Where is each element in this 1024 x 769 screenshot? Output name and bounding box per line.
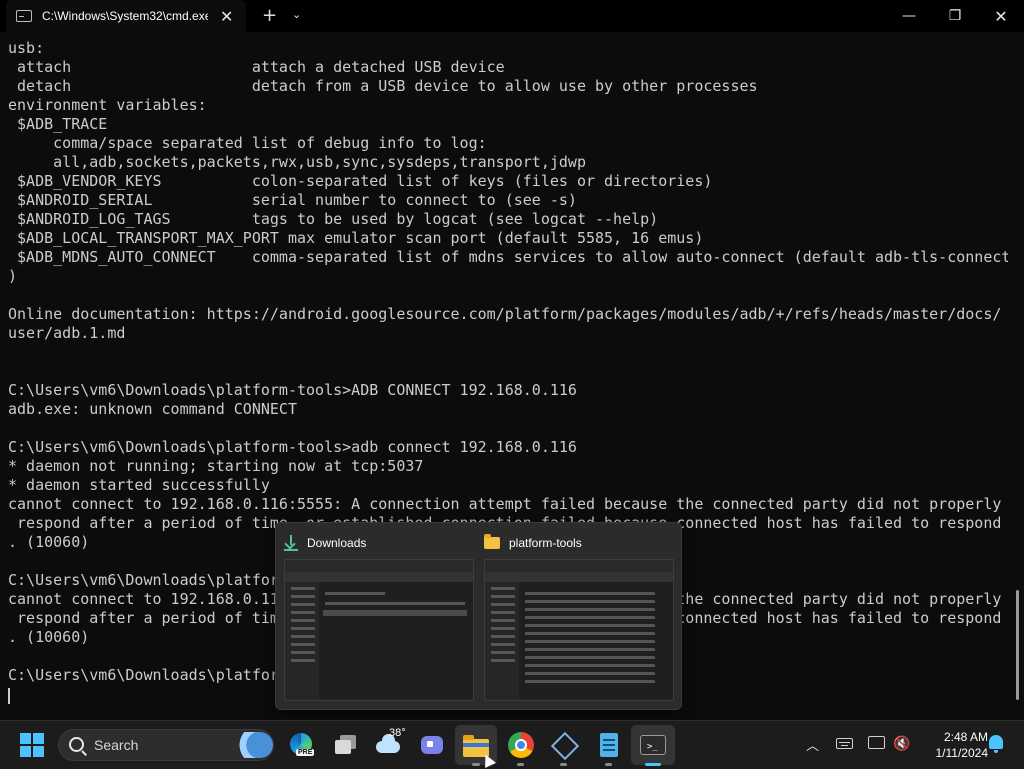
chrome-running-indicator: [517, 763, 524, 766]
notepad-running-indicator: [605, 763, 612, 766]
keyboard-icon[interactable]: [836, 738, 853, 749]
explorer-thumbnail-flyout: Downloads platform-tools: [275, 522, 682, 710]
thumbnail-preview-platform-tools[interactable]: [484, 559, 674, 701]
tab-cmd[interactable]: C:\Windows\System32\cmd.exe ✕: [6, 0, 246, 32]
maximize-button[interactable]: ❐: [932, 0, 978, 32]
system-clock[interactable]: 2:48 AM 1/11/2024: [918, 729, 989, 761]
notepad-icon[interactable]: [595, 731, 623, 759]
teams-icon[interactable]: [418, 731, 446, 759]
volume-muted-icon[interactable]: 🔇: [893, 736, 910, 752]
minimize-button[interactable]: —: [886, 0, 932, 32]
thumbnail-header-downloads[interactable]: Downloads: [284, 533, 366, 553]
display-icon[interactable]: [868, 736, 885, 749]
tray-chevron-icon[interactable]: ︿: [806, 735, 819, 754]
download-icon: [284, 535, 298, 551]
start-button[interactable]: [20, 733, 44, 757]
search-highlight-icon: [229, 732, 273, 758]
weather-temperature: 38°: [389, 727, 406, 739]
thumbnail-preview-downloads[interactable]: [284, 559, 474, 701]
clock-date: 1/11/2024: [935, 746, 989, 760]
taskbar: Search PRE 38° >_ ︿ 🔇 2:48 AM 1/11/2024: [0, 720, 1024, 769]
explorer-running-indicator: [472, 763, 480, 766]
edge-preview-icon[interactable]: PRE: [288, 731, 316, 759]
tab-title: C:\Windows\System32\cmd.exe: [42, 9, 208, 23]
cmd-icon: [16, 10, 32, 22]
text-cursor: [8, 688, 10, 704]
thumbnail-header-platform-tools[interactable]: platform-tools: [484, 533, 582, 553]
tab-dropdown-button[interactable]: ⌄: [292, 8, 301, 21]
terminal-icon[interactable]: >_: [639, 731, 667, 759]
thumbnail-label: platform-tools: [509, 536, 582, 550]
tab-close-icon[interactable]: ✕: [220, 7, 233, 26]
edge-badge: PRE: [296, 749, 315, 756]
notification-bell-icon[interactable]: [989, 735, 1003, 753]
folder-icon: [484, 534, 500, 549]
chrome-icon[interactable]: [507, 731, 535, 759]
title-bar: C:\Windows\System32\cmd.exe ✕ + ⌄ — ❐ ✕: [0, 0, 1024, 32]
search-label: Search: [94, 737, 139, 753]
clock-time: 2:48 AM: [943, 730, 988, 744]
close-button[interactable]: ✕: [978, 0, 1024, 32]
virtualbox-running-indicator: [560, 763, 567, 766]
terminal-running-indicator: [645, 763, 661, 766]
terminal-scrollbar[interactable]: [1016, 590, 1019, 700]
new-tab-button[interactable]: +: [262, 5, 277, 26]
search-icon: [69, 737, 84, 752]
thumbnail-label: Downloads: [307, 536, 367, 550]
task-view-icon[interactable]: [332, 731, 360, 759]
virtualbox-icon[interactable]: [550, 731, 580, 761]
taskbar-search[interactable]: Search: [58, 729, 274, 761]
